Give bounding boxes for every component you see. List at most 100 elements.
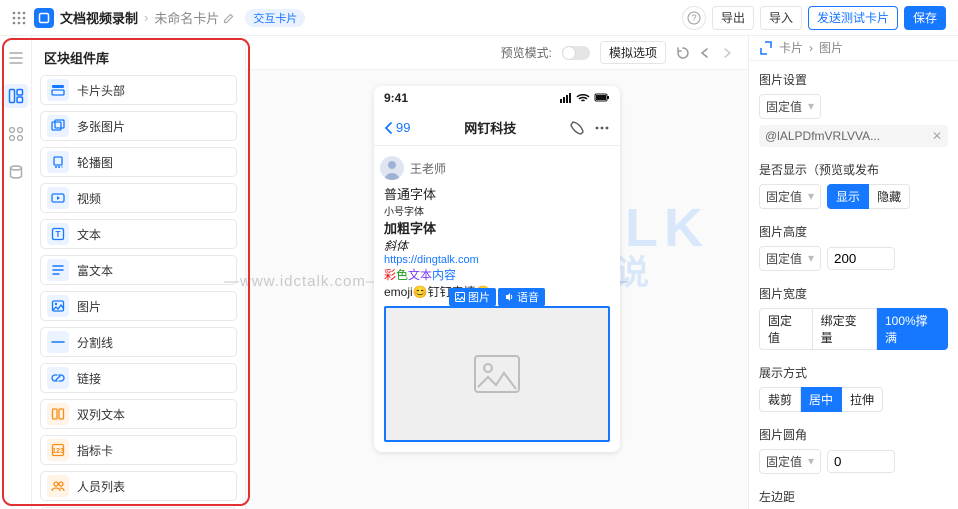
doc-chip-icon	[34, 8, 54, 28]
teacher-avatar	[380, 156, 404, 180]
save-button[interactable]: 保存	[904, 6, 946, 30]
rp-fit-label: 展示方式	[759, 364, 948, 381]
component-item-label: 文本	[77, 226, 101, 243]
rp-crumb-leaf: 图片	[819, 39, 843, 56]
svg-text:?: ?	[691, 13, 696, 23]
phone-call-icon[interactable]	[570, 121, 584, 135]
height-input[interactable]	[827, 247, 895, 270]
component-item-label: 多张图片	[77, 118, 125, 135]
component-item-text[interactable]: T 文本	[40, 219, 237, 249]
send-test-button[interactable]: 发送测试卡片	[808, 6, 898, 30]
phone-preview: 9:41 99 网钉科技	[374, 86, 620, 452]
width-bind[interactable]: 绑定变量	[813, 308, 877, 350]
text-link[interactable]: https://dingtalk.com	[384, 254, 610, 266]
text-colored: 彩色文本内容	[384, 266, 610, 283]
svg-text:123: 123	[52, 448, 64, 455]
image-placeholder-icon	[386, 308, 608, 440]
component-item-label: 指标卡	[77, 442, 113, 459]
phone-time: 9:41	[384, 91, 408, 105]
component-item-label: 富文本	[77, 262, 113, 279]
text-italic: 斜体	[384, 237, 610, 254]
history-icon[interactable]	[676, 46, 690, 60]
rail-blocks-icon[interactable]	[4, 84, 28, 108]
visibility-hide[interactable]: 隐藏	[869, 184, 910, 209]
text-bold: 加粗字体	[384, 218, 610, 237]
text-icon: T	[47, 223, 69, 245]
header-icon	[47, 79, 69, 101]
component-item-label: 图片	[77, 298, 101, 315]
component-item-metric[interactable]: 123 指标卡	[40, 435, 237, 465]
component-item-images[interactable]: 多张图片	[40, 111, 237, 141]
fit-center[interactable]: 居中	[801, 387, 842, 412]
component-item-link[interactable]: 链接	[40, 363, 237, 393]
metric-icon: 123	[47, 439, 69, 461]
sel-chip-voice[interactable]: 语音	[498, 288, 545, 306]
selected-image-block[interactable]: 图片 语音	[384, 306, 610, 442]
component-item-label: 视频	[77, 190, 101, 207]
rail-components-icon[interactable]	[4, 122, 28, 146]
text-normal: 普通字体	[384, 184, 610, 203]
sim-options-chip[interactable]: 模拟选项	[600, 41, 666, 64]
rail-outline-icon[interactable]	[4, 46, 28, 70]
image-icon	[47, 295, 69, 317]
img-token[interactable]: @lALPDfmVRLVVA... ✕	[759, 125, 948, 147]
rail-data-icon[interactable]	[4, 160, 28, 184]
richtext-icon	[47, 259, 69, 281]
component-item-carousel[interactable]: 轮播图	[40, 147, 237, 177]
component-item-divider[interactable]: 分割线	[40, 327, 237, 357]
component-item-video[interactable]: 视频	[40, 183, 237, 213]
import-button[interactable]: 导入	[760, 6, 802, 30]
fit-crop[interactable]: 裁剪	[759, 387, 801, 412]
preview-mode-switch[interactable]	[562, 46, 590, 60]
component-item-label: 卡片头部	[77, 82, 125, 99]
component-item-image[interactable]: 图片	[40, 291, 237, 321]
radius-input[interactable]	[827, 450, 895, 473]
export-button[interactable]: 导出	[712, 6, 754, 30]
text-small: 小号字体	[384, 203, 610, 218]
visibility-mode-select[interactable]: 固定值▾	[759, 184, 821, 209]
phone-status-icons	[560, 93, 610, 103]
component-item-label: 双列文本	[77, 406, 125, 423]
svg-text:T: T	[56, 230, 61, 239]
undo-icon[interactable]	[698, 46, 712, 60]
edit-icon[interactable]	[223, 12, 235, 24]
img-source-select[interactable]: 固定值▾	[759, 94, 821, 119]
crumb-card-name[interactable]: 未命名卡片	[154, 8, 219, 27]
crumb-sep: ›	[144, 10, 148, 25]
close-icon[interactable]: ✕	[932, 129, 942, 143]
apps-grid-icon[interactable]	[12, 11, 26, 25]
twocol-icon	[47, 403, 69, 425]
rp-card-icon[interactable]	[759, 41, 773, 55]
component-item-header[interactable]: 卡片头部	[40, 75, 237, 105]
redo-icon[interactable]	[720, 46, 734, 60]
doc-title: 文档视频录制	[60, 8, 138, 27]
width-fixed[interactable]: 固定值	[759, 308, 813, 350]
component-item-label: 人员列表	[77, 478, 125, 495]
rp-visibility-label: 是否显示（预览或发布	[759, 161, 948, 178]
images-icon	[47, 115, 69, 137]
help-button[interactable]: ?	[682, 6, 706, 30]
rp-crumb-card[interactable]: 卡片	[779, 39, 803, 56]
people-icon	[47, 475, 69, 497]
video-icon	[47, 187, 69, 209]
component-item-richtext[interactable]: 富文本	[40, 255, 237, 285]
rp-crumb-sep: ›	[809, 41, 813, 55]
phone-back-button[interactable]: 99	[384, 120, 410, 135]
rp-img-settings-label: 图片设置	[759, 71, 948, 88]
component-item-label: 分割线	[77, 334, 113, 351]
visibility-show[interactable]: 显示	[827, 184, 869, 209]
width-full[interactable]: 100%撑满	[877, 308, 948, 350]
preview-mode-label: 预览模式:	[501, 44, 552, 61]
phone-more-icon[interactable]	[594, 121, 610, 135]
sel-chip-image[interactable]: 图片	[449, 288, 496, 306]
component-item-twocol[interactable]: 双列文本	[40, 399, 237, 429]
component-item-people[interactable]: 人员列表	[40, 471, 237, 501]
phone-back-count: 99	[396, 120, 410, 135]
rp-width-label: 图片宽度	[759, 285, 948, 302]
card-type-tag: 交互卡片	[245, 9, 305, 27]
carousel-icon	[47, 151, 69, 173]
fit-stretch[interactable]: 拉伸	[842, 387, 883, 412]
height-mode-select[interactable]: 固定值▾	[759, 246, 821, 271]
component-item-label: 链接	[77, 370, 101, 387]
radius-mode-select[interactable]: 固定值▾	[759, 449, 821, 474]
